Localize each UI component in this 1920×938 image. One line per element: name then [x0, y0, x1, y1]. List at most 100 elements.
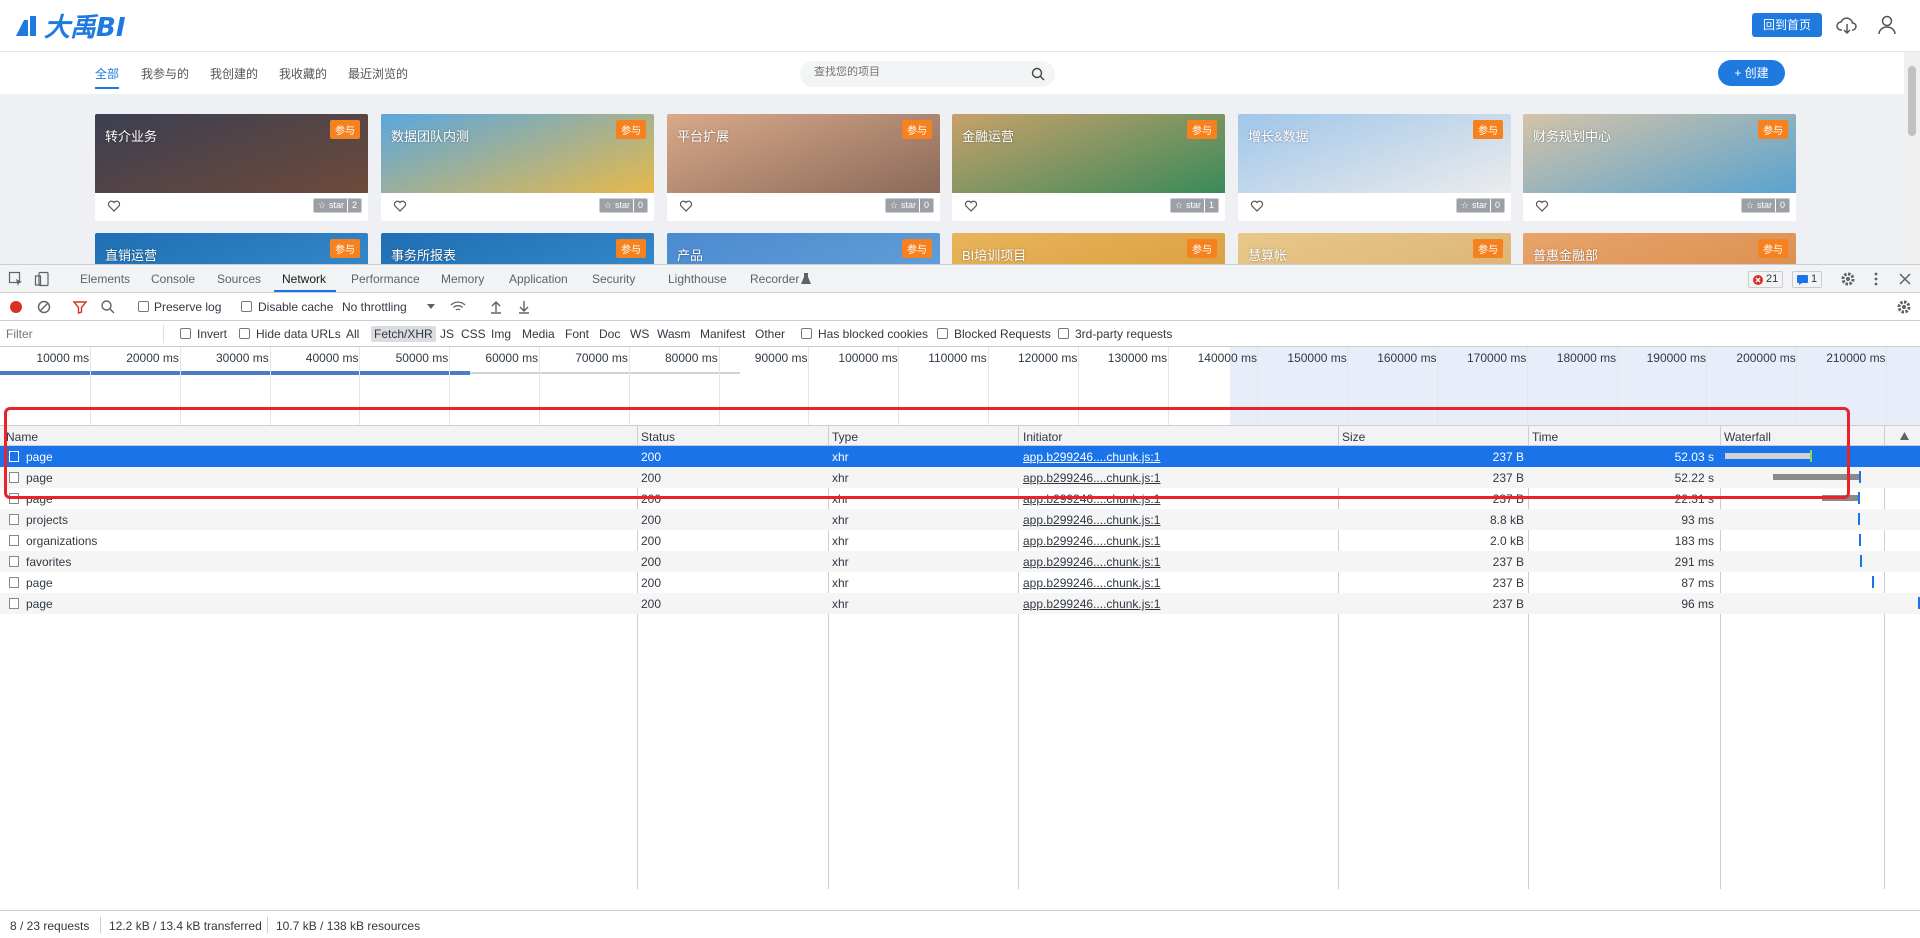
favorite-heart-icon[interactable]: [107, 199, 121, 213]
request-initiator[interactable]: app.b299246....chunk.js:1: [1023, 513, 1160, 527]
device-toolbar-icon[interactable]: [34, 271, 50, 287]
project-card[interactable]: 慧算帐 参与: [1238, 233, 1511, 264]
star-button[interactable]: ☆ star 0: [598, 198, 648, 213]
type-img[interactable]: Img: [491, 327, 511, 341]
clear-icon[interactable]: [36, 299, 52, 315]
request-initiator[interactable]: app.b299246....chunk.js:1: [1023, 534, 1160, 548]
throttling-select[interactable]: No throttling: [342, 300, 407, 314]
request-initiator[interactable]: app.b299246....chunk.js:1: [1023, 555, 1160, 569]
more-options-icon[interactable]: [1868, 271, 1884, 287]
type-manifest[interactable]: Manifest: [700, 327, 745, 341]
app-scrollbar[interactable]: [1904, 52, 1920, 264]
project-card[interactable]: 产品 参与: [667, 233, 940, 264]
tab-memory[interactable]: Memory: [441, 272, 484, 286]
project-card[interactable]: 直销运营 参与: [95, 233, 368, 264]
project-card[interactable]: 增长&数据 参与 ☆ star 0: [1238, 114, 1511, 221]
request-initiator[interactable]: app.b299246....chunk.js:1: [1023, 576, 1160, 590]
column-name[interactable]: Name: [6, 430, 38, 444]
tab-application[interactable]: Application: [509, 272, 568, 286]
type-doc[interactable]: Doc: [599, 327, 620, 341]
disable-cache-checkbox[interactable]: [241, 301, 252, 312]
column-status[interactable]: Status: [641, 430, 675, 444]
chevron-down-icon[interactable]: [426, 301, 436, 311]
favorite-heart-icon[interactable]: [964, 199, 978, 213]
project-card[interactable]: 事务所报表 参与: [381, 233, 654, 264]
tab-lighthouse[interactable]: Lighthouse: [668, 272, 727, 286]
table-row[interactable]: page 200 xhr app.b299246....chunk.js:1 237 B…: [0, 593, 1920, 614]
favorite-heart-icon[interactable]: [1535, 199, 1549, 213]
logo[interactable]: 大禹BI: [14, 10, 126, 43]
tab-performance[interactable]: Performance: [351, 272, 420, 286]
type-css[interactable]: CSS: [461, 327, 486, 341]
message-counter[interactable]: 1: [1792, 271, 1823, 288]
error-counter[interactable]: 21: [1748, 271, 1784, 288]
column-initiator[interactable]: Initiator: [1023, 430, 1062, 444]
network-settings-icon[interactable]: [1896, 299, 1912, 315]
star-button[interactable]: ☆ star 2: [312, 198, 362, 213]
inspect-element-icon[interactable]: [8, 271, 24, 287]
column-waterfall[interactable]: Waterfall: [1724, 430, 1771, 444]
search-icon[interactable]: [100, 299, 116, 315]
sort-ascending-icon[interactable]: [1900, 432, 1909, 440]
favorite-heart-icon[interactable]: [1250, 199, 1264, 213]
tab-participated[interactable]: 我参与的: [141, 65, 189, 82]
type-all[interactable]: All: [346, 327, 359, 341]
request-initiator[interactable]: app.b299246....chunk.js:1: [1023, 492, 1160, 506]
export-har-icon[interactable]: [516, 299, 532, 315]
tab-favorited[interactable]: 我收藏的: [279, 65, 327, 82]
favorite-heart-icon[interactable]: [679, 199, 693, 213]
table-row[interactable]: favorites 200 xhr app.b299246....chunk.js:1…: [0, 551, 1920, 572]
project-card[interactable]: 平台扩展 参与 ☆ star 0: [667, 114, 940, 221]
column-size[interactable]: Size: [1342, 430, 1365, 444]
record-icon[interactable]: [8, 299, 24, 315]
request-initiator[interactable]: app.b299246....chunk.js:1: [1023, 450, 1160, 464]
search-input[interactable]: [814, 66, 1014, 78]
table-row[interactable]: projects 200 xhr app.b299246....chunk.js:1 8…: [0, 509, 1920, 530]
tab-security[interactable]: Security: [592, 272, 635, 286]
type-font[interactable]: Font: [565, 327, 589, 341]
tab-network[interactable]: Network: [282, 272, 326, 286]
user-icon[interactable]: [1876, 14, 1898, 36]
create-button[interactable]: + 创建: [1718, 60, 1785, 86]
project-card[interactable]: 普惠金融部 参与: [1523, 233, 1796, 264]
preserve-log-checkbox[interactable]: [138, 301, 149, 312]
tab-all[interactable]: 全部: [95, 65, 119, 82]
type-wasm[interactable]: Wasm: [657, 327, 691, 341]
type-js[interactable]: JS: [440, 327, 454, 341]
project-card[interactable]: 转介业务 参与 ☆ star 2: [95, 114, 368, 221]
type-media[interactable]: Media: [522, 327, 555, 341]
network-overview-timeline[interactable]: 10000 ms 20000 ms 30000 ms 40000 ms 50000 ms…: [0, 347, 1920, 426]
tab-console[interactable]: Console: [151, 272, 195, 286]
tab-sources[interactable]: Sources: [217, 272, 261, 286]
request-initiator[interactable]: app.b299246....chunk.js:1: [1023, 471, 1160, 485]
project-card[interactable]: BI培训项目 参与: [952, 233, 1225, 264]
settings-gear-icon[interactable]: [1840, 271, 1856, 287]
home-button[interactable]: 回到首页: [1752, 13, 1822, 37]
star-button[interactable]: ☆ star 1: [1169, 198, 1219, 213]
project-card[interactable]: 数据团队内测 参与 ☆ star 0: [381, 114, 654, 221]
table-row[interactable]: page 200 xhr app.b299246....chunk.js:1 237 B…: [0, 488, 1920, 509]
hide-data-urls-checkbox[interactable]: [239, 328, 250, 339]
tab-elements[interactable]: Elements: [80, 272, 130, 286]
favorite-heart-icon[interactable]: [393, 199, 407, 213]
star-button[interactable]: ☆ star 0: [1455, 198, 1505, 213]
filter-input[interactable]: [2, 325, 164, 343]
star-button[interactable]: ☆ star 0: [1740, 198, 1790, 213]
table-row[interactable]: organizations 200 xhr app.b299246....chunk.…: [0, 530, 1920, 551]
table-row[interactable]: page 200 xhr app.b299246....chunk.js:1 237 B…: [0, 446, 1920, 467]
cloud-download-icon[interactable]: [1836, 14, 1858, 36]
close-devtools-icon[interactable]: [1897, 271, 1913, 287]
third-party-checkbox[interactable]: [1058, 328, 1069, 339]
project-card[interactable]: 财务规划中心 参与 ☆ star 0: [1523, 114, 1796, 221]
import-har-icon[interactable]: [488, 299, 504, 315]
column-type[interactable]: Type: [832, 430, 858, 444]
type-other[interactable]: Other: [755, 327, 785, 341]
network-conditions-icon[interactable]: [450, 299, 466, 315]
type-fetch-xhr[interactable]: Fetch/XHR: [371, 326, 436, 342]
tab-created[interactable]: 我创建的: [210, 65, 258, 82]
search-icon[interactable]: [1031, 67, 1045, 81]
table-row[interactable]: page 200 xhr app.b299246....chunk.js:1 237 B…: [0, 467, 1920, 488]
type-ws[interactable]: WS: [630, 327, 649, 341]
tab-recorder[interactable]: Recorder: [750, 272, 799, 286]
scrollbar-thumb[interactable]: [1908, 66, 1916, 136]
